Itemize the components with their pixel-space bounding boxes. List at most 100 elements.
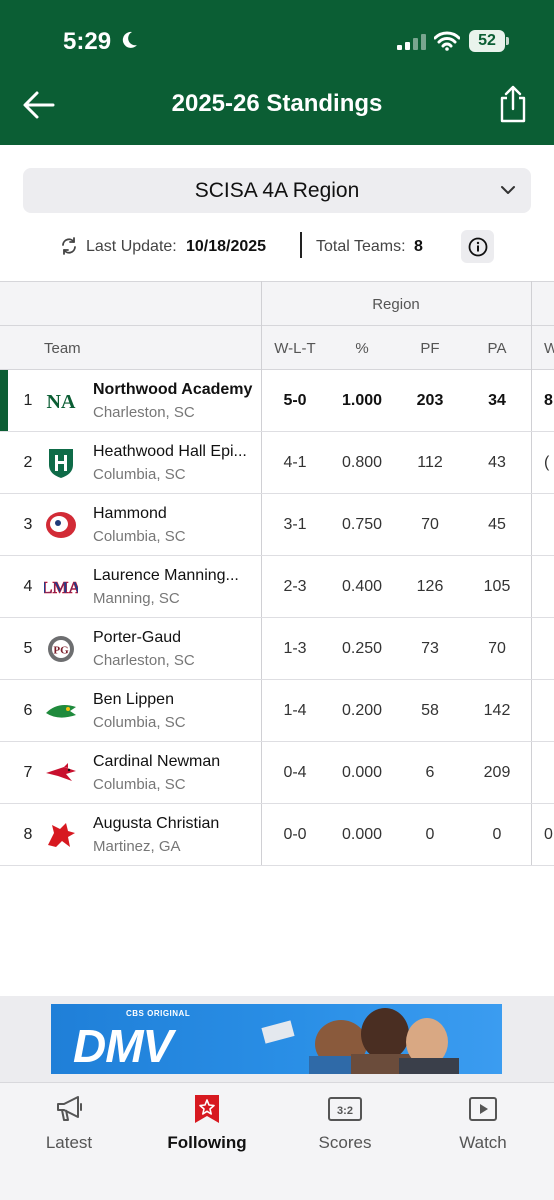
play-icon <box>469 1097 497 1121</box>
tab-following[interactable]: Following <box>138 1083 276 1163</box>
info-button[interactable] <box>461 230 494 263</box>
svg-text:3:2: 3:2 <box>337 1105 353 1117</box>
team-wlt: 5-0 <box>283 392 307 409</box>
region-dropdown[interactable]: SCISA 4A Region <box>23 168 531 213</box>
table-row[interactable]: 5 PG Porter-Gaud Charleston, SC 1-3 0.250 73 70 <box>0 618 554 680</box>
tab-latest[interactable]: Latest <box>0 1083 138 1163</box>
team-wlt: 4-1 <box>283 454 307 471</box>
star-bookmark-icon <box>195 1095 219 1123</box>
table-row[interactable]: 2 Heathwood Hall Epi... Columbia, SC 4-1 0.8… <box>0 432 554 494</box>
table-row[interactable]: 7 Cardinal Newman Columbia, SC 0-4 0.000 6 209 <box>0 742 554 804</box>
team-pf: 6 <box>425 764 435 781</box>
refresh-icon[interactable] <box>60 237 78 255</box>
team-pf: 0 <box>425 826 435 843</box>
svg-text:PG: PG <box>53 645 69 657</box>
bottom-tab-bar: Latest Following 3:2 Scores Watch <box>0 1082 554 1200</box>
col-pct[interactable]: % <box>328 340 396 357</box>
team-wlt: 0-0 <box>283 826 307 843</box>
team-location: Charleston, SC <box>93 404 195 421</box>
team-location: Columbia, SC <box>93 714 186 731</box>
total-teams-label: Total Teams: <box>316 238 406 255</box>
team-pa: 0 <box>492 826 502 843</box>
team-pct: 0.200 <box>341 702 383 719</box>
app-header: 5:29 52 2025-26 Standings <box>0 0 554 145</box>
team-pa: 45 <box>488 516 506 533</box>
team-pf: 70 <box>421 516 439 533</box>
col-wlt[interactable]: W-L-T <box>262 340 328 357</box>
team-location: Charleston, SC <box>93 652 195 669</box>
tab-watch[interactable]: Watch <box>414 1083 552 1163</box>
update-info-row: Last Update: 10/18/2025 Total Teams: 8 <box>0 230 554 264</box>
team-location: Columbia, SC <box>93 528 186 545</box>
status-time: 5:29 <box>63 28 112 55</box>
total-teams-value: 8 <box>414 238 423 255</box>
team-pf: 126 <box>416 578 444 595</box>
tab-latest-label: Latest <box>45 1133 93 1152</box>
team-wlt: 2-3 <box>283 578 307 595</box>
team-name[interactable]: Cardinal Newman <box>93 753 220 771</box>
augusta-christian-logo-icon <box>44 819 78 851</box>
team-rank: 2 <box>23 454 33 471</box>
tab-following-label: Following <box>167 1133 247 1152</box>
team-extra: 8 <box>544 392 553 409</box>
ben-lippen-logo-icon <box>44 695 78 727</box>
team-location: Columbia, SC <box>93 776 186 793</box>
megaphone-icon <box>57 1096 82 1121</box>
team-location: Manning, SC <box>93 590 180 607</box>
table-row[interactable]: 4 LMA Laurence Manning... Manning, SC 2-3 0.4… <box>0 556 554 618</box>
team-rank: 1 <box>23 392 33 409</box>
tab-scores[interactable]: 3:2 Scores <box>276 1083 414 1163</box>
table-column-header: Team W-L-T % PF PA W <box>0 326 554 370</box>
team-pct: 1.000 <box>341 392 383 409</box>
team-rank: 7 <box>23 764 33 781</box>
region-dropdown-label: SCISA 4A Region <box>194 178 360 202</box>
heathwood-logo-icon <box>44 447 78 479</box>
table-row[interactable]: 1 NA Northwood Academy Charleston, SC 5-0 1.0… <box>0 370 554 432</box>
share-icon[interactable] <box>497 85 529 123</box>
team-pf: 112 <box>417 454 443 471</box>
team-rank: 4 <box>23 578 33 595</box>
team-wlt: 3-1 <box>283 516 307 533</box>
battery-indicator: 52 <box>469 30 505 52</box>
team-location: Martinez, GA <box>93 838 181 855</box>
table-row[interactable]: 8 Augusta Christian Martinez, GA 0-0 0.000 0 0… <box>0 804 554 866</box>
ad-cast-image <box>261 1008 459 1074</box>
favorite-team-indicator <box>0 370 8 431</box>
col-extra[interactable]: W <box>544 340 554 357</box>
page-title: 2025-26 Standings <box>171 90 383 117</box>
team-name[interactable]: Hammond <box>93 505 167 523</box>
northwood-logo-icon: NA <box>44 385 78 417</box>
col-pa[interactable]: PA <box>464 340 530 357</box>
table-row[interactable]: 6 Ben Lippen Columbia, SC 1-4 0.200 58 142 <box>0 680 554 742</box>
team-name[interactable]: Laurence Manning... <box>93 567 239 585</box>
battery-tip <box>506 37 509 45</box>
team-wlt: 0-4 <box>283 764 307 781</box>
team-wlt: 1-3 <box>283 640 307 657</box>
chevron-down-icon <box>501 186 515 194</box>
team-extra: 0 <box>544 826 553 843</box>
team-extra: ( <box>544 454 550 471</box>
table-row[interactable]: 3 Hammond Columbia, SC 3-1 0.750 70 45 <box>0 494 554 556</box>
team-rank: 6 <box>23 702 33 719</box>
team-pa: 105 <box>483 578 511 595</box>
team-name[interactable]: Augusta Christian <box>93 815 219 833</box>
team-pct: 0.000 <box>341 826 383 843</box>
hammond-logo-icon <box>44 509 78 541</box>
col-pf[interactable]: PF <box>396 340 464 357</box>
porter-gaud-logo-icon: PG <box>44 633 78 665</box>
team-name[interactable]: Northwood Academy <box>93 381 252 399</box>
team-rank: 3 <box>23 516 33 533</box>
team-pf: 73 <box>421 640 439 657</box>
col-team[interactable]: Team <box>44 340 81 357</box>
team-name[interactable]: Ben Lippen <box>93 691 174 709</box>
team-name[interactable]: Porter-Gaud <box>93 629 181 647</box>
scoreboard-icon: 3:2 <box>328 1097 362 1121</box>
svg-text:NA: NA <box>47 391 76 413</box>
ad-banner[interactable]: CBS ORIGINAL DMV <box>51 1004 502 1074</box>
team-pa: 70 <box>488 640 506 657</box>
last-update-label: Last Update: <box>86 238 177 255</box>
team-pct: 0.250 <box>341 640 383 657</box>
region-group-label: Region <box>372 296 420 313</box>
team-name[interactable]: Heathwood Hall Epi... <box>93 443 247 461</box>
tab-watch-label: Watch <box>459 1133 507 1152</box>
